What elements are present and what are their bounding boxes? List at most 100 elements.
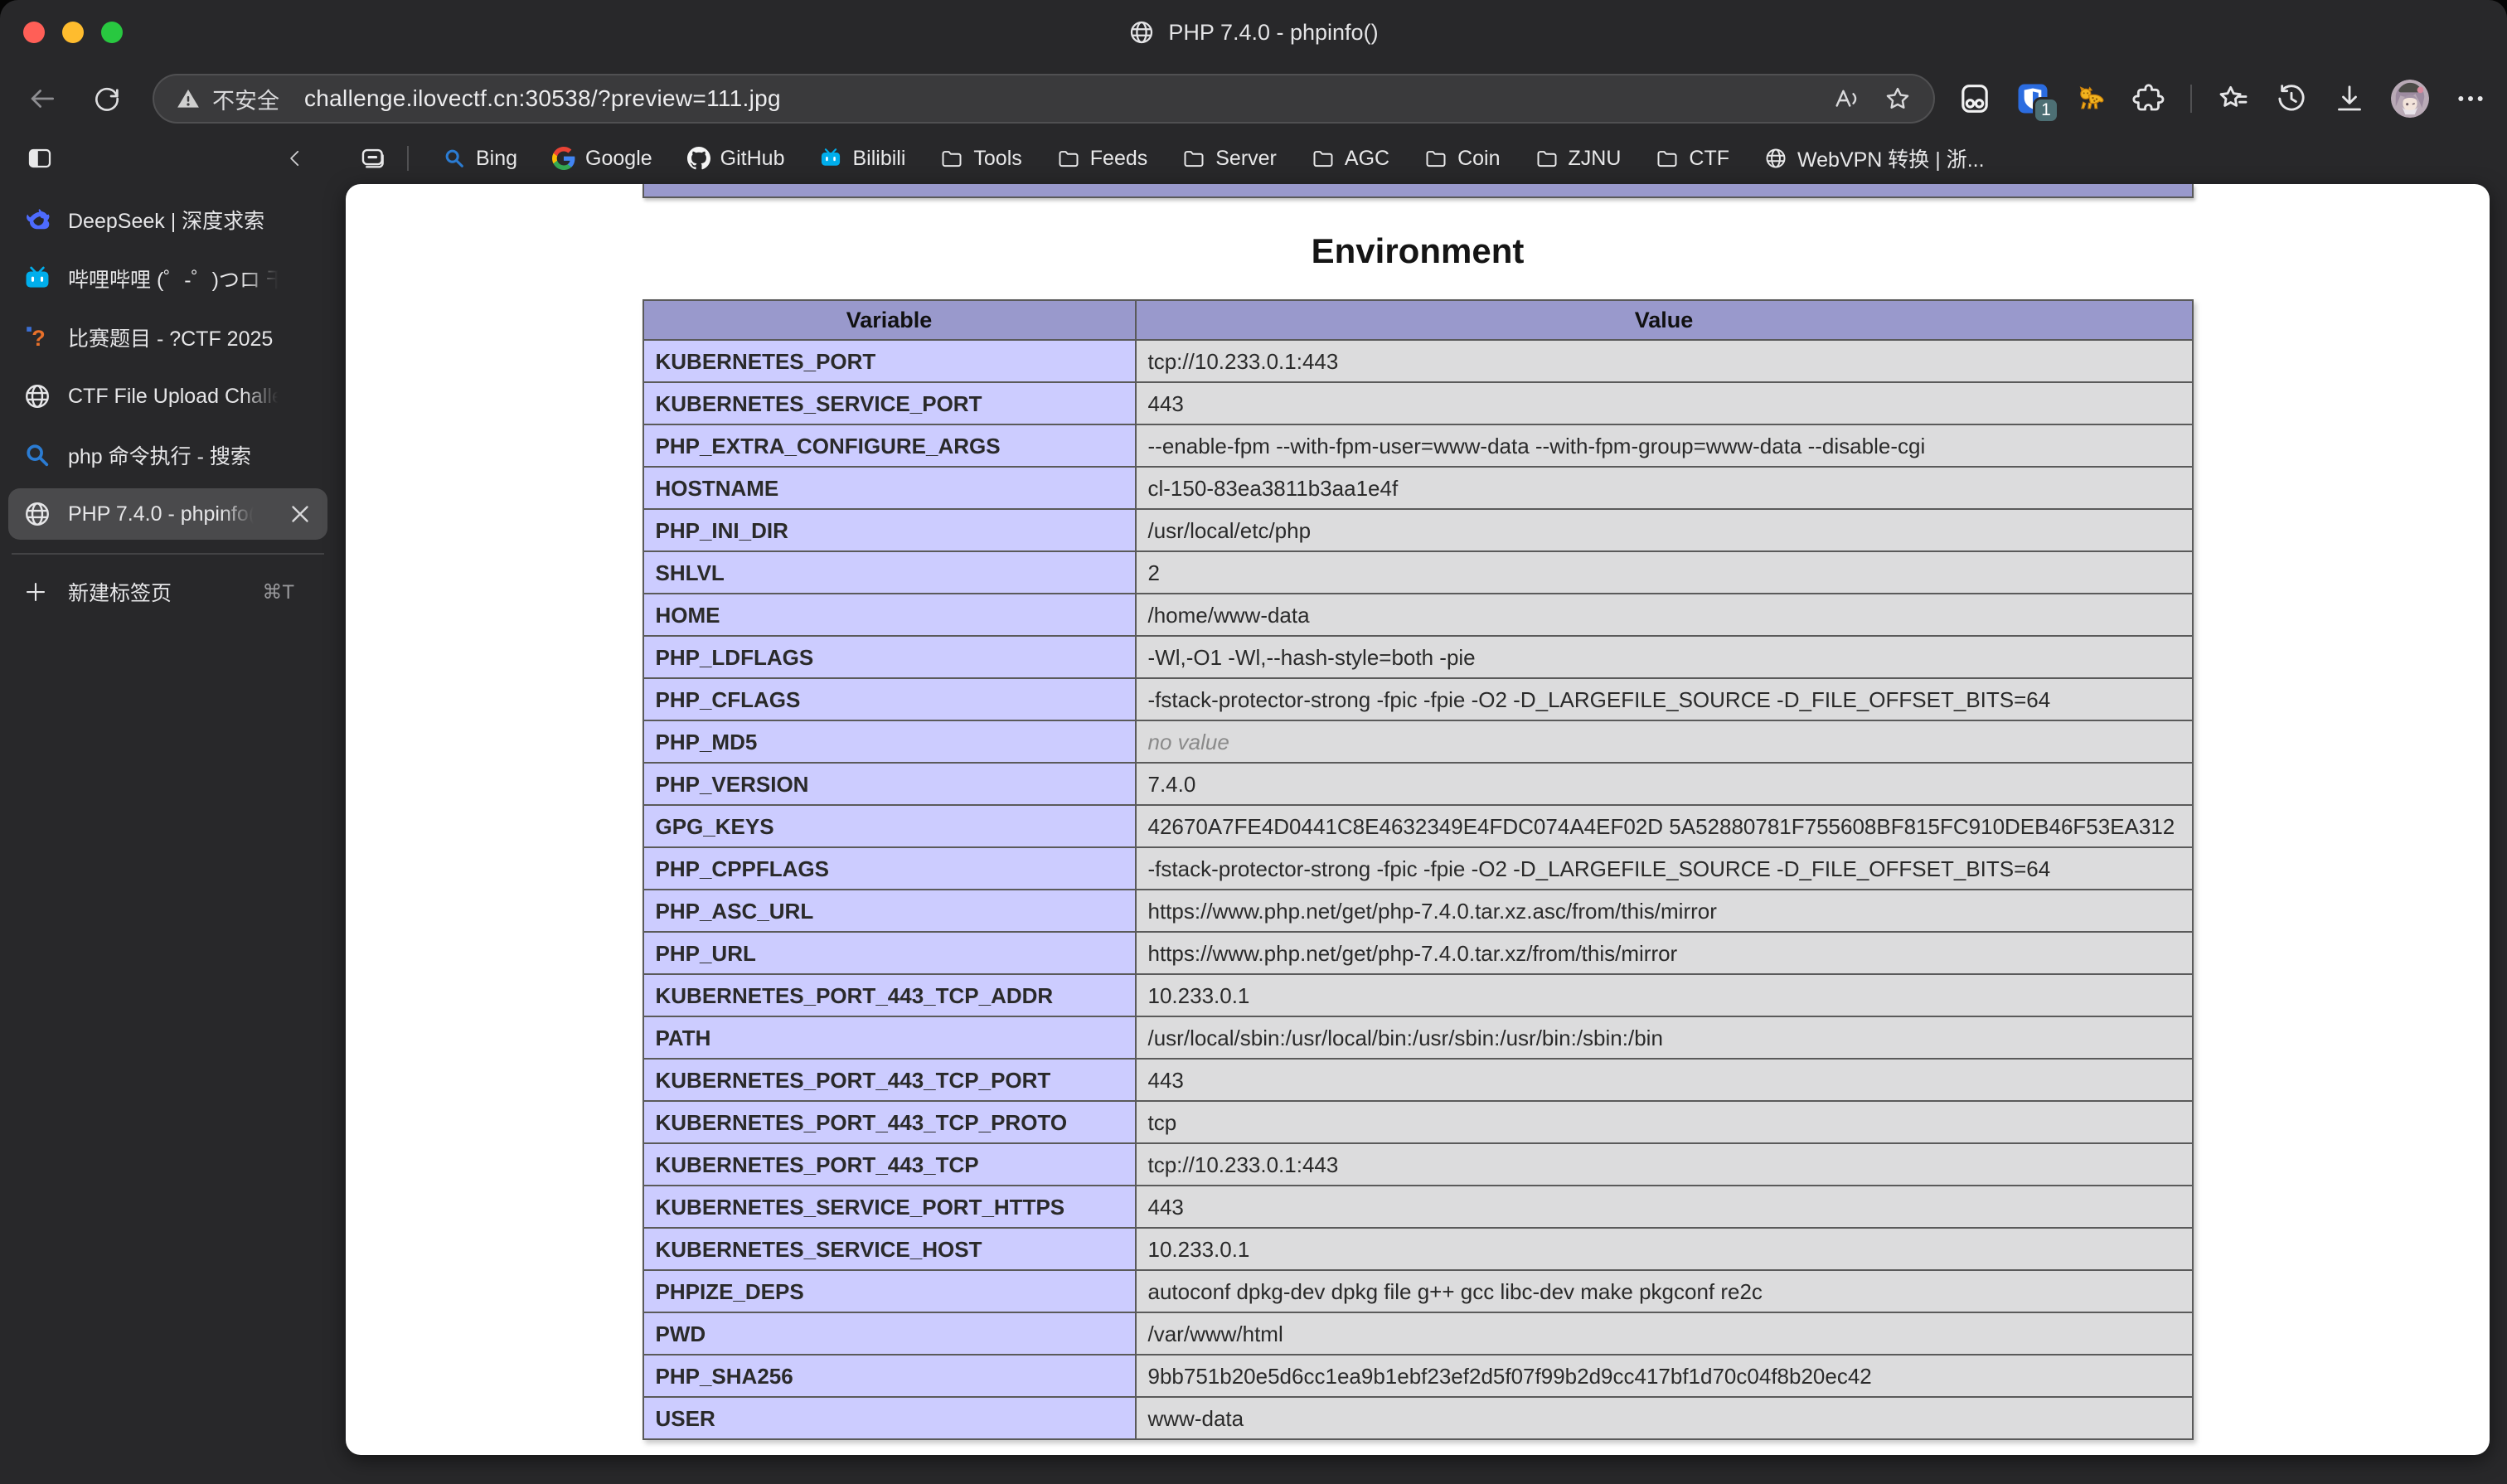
mask-extension-icon[interactable]: [1958, 82, 1991, 115]
folder-icon: [940, 147, 963, 170]
variable-cell: KUBERNETES_SERVICE_HOST: [642, 1227, 1137, 1271]
table-row: KUBERNETES_PORT_443_TCP tcp://10.233.0.1…: [642, 1142, 2194, 1186]
favorites-icon[interactable]: [2217, 82, 2250, 115]
variable-cell: PWD: [642, 1312, 1137, 1355]
table-row: PHP_MD5 no value: [642, 720, 2194, 764]
sidebar-tab[interactable]: CTF File Upload Challenge: [8, 371, 327, 422]
table-row: PWD /var/www/html: [642, 1312, 2194, 1355]
profile-avatar[interactable]: [2391, 80, 2429, 118]
value-cell: 443: [1134, 1185, 2194, 1229]
tab-title: 比赛题目 - ?CTF 2025: [68, 327, 274, 351]
variable-cell: KUBERNETES_PORT_443_TCP_ADDR: [642, 973, 1137, 1017]
table-row: PHP_EXTRA_CONFIGURE_ARGS --enable-fpm --…: [642, 424, 2194, 468]
sidebar-tab[interactable]: 哔哩哔哩 (゜-゜)つロ 干杯~: [8, 253, 327, 304]
reload-button[interactable]: [91, 83, 123, 114]
traffic-lights: [23, 22, 123, 43]
globe-icon: [1128, 19, 1155, 46]
favorites-bar-divider: [407, 146, 409, 171]
variable-cell: KUBERNETES_SERVICE_PORT_HTTPS: [642, 1185, 1137, 1229]
sidebar-tab[interactable]: php 命令执行 - 搜索: [8, 429, 327, 481]
bookmark-item[interactable]: CTF: [1638, 147, 1747, 171]
window-title: PHP 7.4.0 - phpinfo(): [1168, 19, 1379, 45]
security-label[interactable]: 不安全: [212, 83, 279, 115]
collapse-sidebar-chevron-icon[interactable]: [284, 148, 306, 169]
new-tab-button[interactable]: 新建标签页 ⌘T: [0, 568, 336, 616]
value-cell: autoconf dpkg-dev dpkg file g++ gcc libc…: [1134, 1269, 2194, 1313]
page-content: Environment Variable Value KUBERNETES_PO…: [346, 184, 2490, 1455]
page-title: Environment: [1311, 231, 1525, 270]
variable-cell: PATH: [642, 1016, 1137, 1060]
bookmark-label: Server: [1215, 146, 1277, 170]
sidebar-tab[interactable]: PHP 7.4.0 - phpinfo(): [8, 488, 327, 540]
cat-extension-icon[interactable]: [2074, 82, 2107, 115]
bookmark-item[interactable]: Google: [535, 147, 670, 171]
fullscreen-window-button[interactable]: [101, 22, 123, 43]
value-cell: 7.4.0: [1134, 762, 2194, 806]
titlebar: PHP 7.4.0 - phpinfo(): [0, 0, 2507, 65]
bookmark-item[interactable]: AGC: [1294, 147, 1407, 171]
bookmark-label: Coin: [1457, 146, 1501, 170]
close-tab-icon[interactable]: [286, 500, 314, 528]
back-button[interactable]: [27, 83, 58, 114]
bookmark-item[interactable]: WebVPN 转换 | 浙...: [1747, 143, 2002, 173]
variable-cell: PHPIZE_DEPS: [642, 1269, 1137, 1313]
bitwarden-extension-icon[interactable]: 1: [2016, 82, 2059, 124]
bookmark-label: Bing: [476, 146, 518, 170]
value-cell: 9bb751b20e5d6cc1ea9b1ebf23ef2d5f07f99b2d…: [1134, 1354, 2194, 1398]
bookmark-item[interactable]: Feeds: [1040, 147, 1165, 171]
table-row: KUBERNETES_SERVICE_HOST 10.233.0.1: [642, 1227, 2194, 1271]
more-menu-icon[interactable]: [2454, 82, 2487, 115]
table-row: PHP_LDFLAGS -Wl,-O1 -Wl,--hash-style=bot…: [642, 635, 2194, 679]
table-row: PHP_VERSION 7.4.0: [642, 762, 2194, 806]
bookmark-item[interactable]: Coin: [1407, 147, 1517, 171]
table-row: PHPIZE_DEPS autoconf dpkg-dev dpkg file …: [642, 1269, 2194, 1313]
vertical-tabs-panel-icon[interactable]: [27, 145, 53, 172]
extensions-puzzle-icon[interactable]: [2132, 82, 2165, 115]
bookmark-item[interactable]: GitHub: [670, 147, 803, 171]
google-icon: [552, 147, 575, 170]
variable-cell: PHP_INI_DIR: [642, 508, 1137, 552]
table-row: PHP_INI_DIR /usr/local/etc/php: [642, 508, 2194, 552]
bookmark-item[interactable]: Bing: [425, 147, 535, 171]
new-tab-label: 新建标签页: [68, 582, 172, 605]
bookmark-label: Feeds: [1089, 146, 1148, 170]
tab-actions-icon[interactable]: [359, 144, 387, 172]
read-aloud-icon[interactable]: [1832, 85, 1860, 113]
bookmarks-list: Bing Google GitHub Bilibili Tools Feeds …: [425, 143, 2002, 173]
value-cell: 2: [1134, 550, 2194, 594]
browser-window: PHP 7.4.0 - phpinfo() 不安全 challenge.ilov…: [0, 0, 2507, 1484]
variable-cell: PHP_SHA256: [642, 1354, 1137, 1398]
close-window-button[interactable]: [23, 22, 45, 43]
bookmark-item[interactable]: Server: [1165, 147, 1294, 171]
downloads-icon[interactable]: [2333, 82, 2366, 115]
svg-text:?: ?: [32, 326, 45, 351]
value-cell: cl-150-83ea3811b3aa1e4f: [1134, 466, 2194, 510]
add-favorite-star-icon[interactable]: [1884, 85, 1912, 113]
bookmark-item[interactable]: ZJNU: [1518, 147, 1639, 171]
variable-cell: SHLVL: [642, 550, 1137, 594]
history-icon[interactable]: [2275, 82, 2308, 115]
column-header-variable: Variable: [642, 299, 1137, 341]
bookmark-item[interactable]: Tools: [923, 147, 1039, 171]
bitwarden-badge: 1: [2033, 97, 2059, 124]
previous-table-partial-header: [642, 184, 2194, 198]
bookmark-label: Bilibili: [852, 146, 906, 170]
main-area: DeepSeek | 深度求索 哔哩哔哩 (゜-゜)つロ 干杯~ ? 比赛题目 …: [0, 184, 2507, 1484]
table-header-row: Variable Value: [642, 299, 2194, 341]
sidebar-tab[interactable]: ? 比赛题目 - ?CTF 2025: [8, 312, 327, 363]
value-cell: -Wl,-O1 -Wl,--hash-style=both -pie: [1134, 635, 2194, 679]
value-cell: 42670A7FE4D0441C8E4632349E4FDC074A4EF02D…: [1134, 804, 2194, 848]
variable-cell: KUBERNETES_PORT: [642, 339, 1137, 383]
variable-cell: PHP_URL: [642, 931, 1137, 975]
bookmark-label: Tools: [973, 146, 1022, 170]
table-row: GPG_KEYS 42670A7FE4D0441C8E4632349E4FDC0…: [642, 804, 2194, 848]
deepseek-icon: [23, 206, 51, 234]
bookmark-item[interactable]: Bilibili: [802, 147, 923, 171]
toolbar-divider: [2190, 85, 2192, 113]
address-bar[interactable]: 不安全 challenge.ilovectf.cn:30538/?preview…: [153, 74, 1935, 124]
value-cell: -fstack-protector-strong -fpic -fpie -O2…: [1134, 677, 2194, 721]
tab-title: 哔哩哔哩 (゜-゜)つロ 干杯~: [68, 269, 280, 292]
minimize-window-button[interactable]: [62, 22, 84, 43]
sidebar-tab[interactable]: DeepSeek | 深度求索: [8, 194, 327, 245]
search-icon: [23, 441, 51, 469]
